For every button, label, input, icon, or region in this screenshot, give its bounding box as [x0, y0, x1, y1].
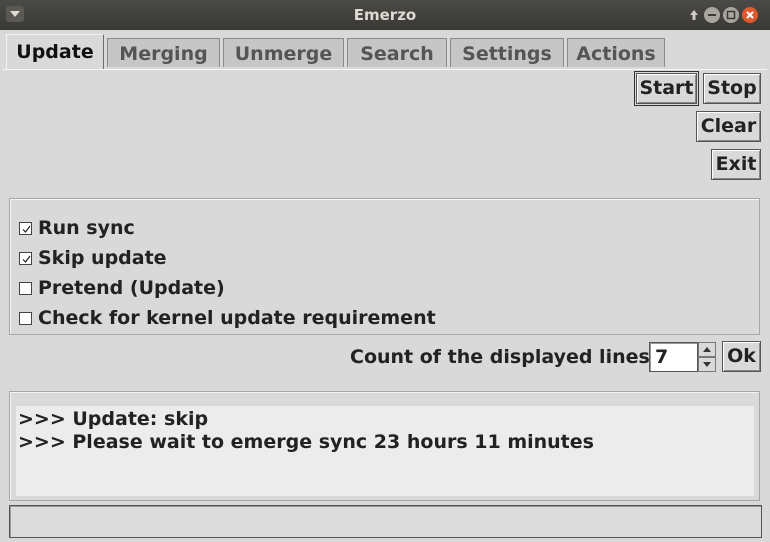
output-frame: >>> Update: skip >>> Please wait to emer… [9, 391, 760, 501]
minimize-icon [708, 14, 716, 16]
output-line: >>> Please wait to emerge sync 23 hours … [18, 431, 594, 453]
tab-unmerge[interactable]: Unmerge [223, 38, 344, 67]
start-button[interactable]: Start [634, 71, 699, 106]
clear-button[interactable]: Clear [696, 111, 761, 142]
pretend-update-checkbox[interactable] [19, 282, 32, 295]
kernel-check-checkbox[interactable] [19, 312, 32, 325]
output-line: >>> Update: skip [18, 408, 209, 430]
maximize-icon [726, 10, 736, 20]
exit-button[interactable]: Exit [711, 149, 761, 180]
tab-actions[interactable]: Actions [567, 38, 665, 67]
title-bar: Emerzo [0, 0, 770, 30]
tab-merging[interactable]: Merging [107, 38, 220, 67]
lines-count-label: Count of the displayed lines [350, 346, 650, 368]
maximize-button[interactable] [723, 7, 739, 23]
status-bar [9, 505, 762, 538]
checkmark-icon [22, 225, 31, 233]
stop-button[interactable]: Stop [703, 73, 761, 104]
kernel-check-label: Check for kernel update requirement [38, 307, 436, 329]
close-icon [746, 11, 754, 19]
arrow-up-icon [690, 10, 698, 20]
run-sync-label: Run sync [38, 217, 135, 239]
ok-button[interactable]: Ok [722, 341, 761, 372]
tab-settings[interactable]: Settings [450, 38, 564, 67]
tab-search[interactable]: Search [347, 38, 447, 67]
skip-update-label: Skip update [38, 247, 167, 269]
window-up-button[interactable] [686, 7, 702, 23]
skip-update-checkbox[interactable] [19, 252, 32, 265]
run-sync-checkbox[interactable] [19, 222, 32, 235]
minimize-button[interactable] [704, 7, 720, 23]
spin-down-button[interactable] [698, 357, 716, 372]
spin-up-button[interactable] [698, 342, 716, 357]
close-button[interactable] [742, 7, 758, 23]
window-title: Emerzo [353, 6, 417, 24]
lines-count-spinner [698, 342, 716, 372]
arrow-down-icon [703, 362, 711, 367]
lines-count-input[interactable]: 7 [649, 342, 698, 372]
output-log[interactable]: >>> Update: skip >>> Please wait to emer… [16, 406, 754, 496]
tab-update[interactable]: Update [6, 34, 104, 70]
arrow-up-icon [703, 347, 711, 352]
pretend-update-label: Pretend (Update) [38, 277, 225, 299]
checkmark-icon [22, 255, 31, 263]
options-group: Run sync Skip update Pretend (Update) Ch… [9, 198, 760, 335]
